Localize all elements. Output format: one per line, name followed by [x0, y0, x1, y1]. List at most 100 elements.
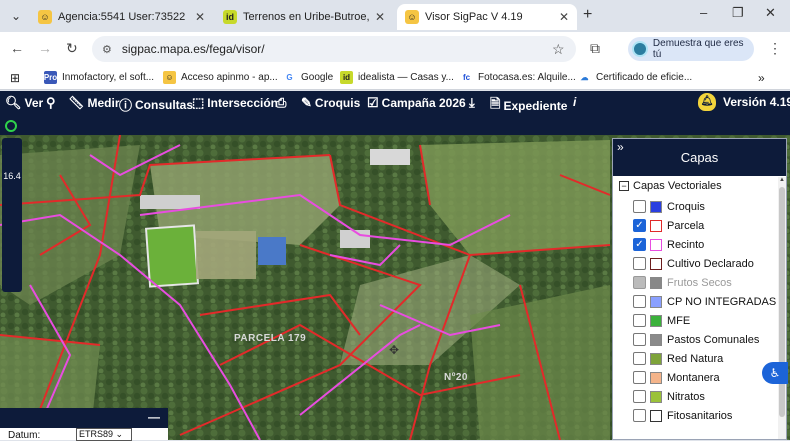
datum-select[interactable]: ETRS89 ⌄ — [76, 428, 132, 441]
bookmark-certificado[interactable]: ☁ Certificado de eficie... — [578, 71, 693, 84]
layer-checkbox[interactable] — [633, 257, 646, 270]
layer-checkbox[interactable] — [633, 333, 646, 346]
amber-person-icon: ☺ — [163, 71, 176, 84]
binoculars-icon: ⚲ — [46, 95, 56, 110]
calendar-check-icon: ☑ — [367, 95, 379, 110]
layer-swatch — [650, 314, 662, 327]
reload-icon[interactable]: ↻ — [66, 40, 78, 57]
tab-search-icon[interactable]: ⌄ — [6, 6, 26, 26]
expediente-label: Expediente — [503, 99, 568, 113]
bookmark-apinmo[interactable]: ☺ Acceso apinmo - ap... — [163, 71, 278, 84]
ver-button[interactable]: 🔍︎ Ver — [5, 95, 43, 111]
consultas-label: Consultas — [135, 97, 194, 112]
tab-agencia[interactable]: ☺ Agencia:5541 User:73522 ✕ — [30, 4, 213, 30]
layers-panel: » Capas − Capas Vectoriales Croquis ✓ Pa… — [612, 138, 787, 440]
layer-swatch — [650, 390, 662, 403]
layer-group-vectoriales[interactable]: − Capas Vectoriales — [613, 176, 786, 196]
bookmark-label: Certificado de eficie... — [596, 72, 693, 83]
interseccion-button[interactable]: ⬚ Intersección — [192, 95, 278, 111]
forward-arrow-icon[interactable]: → — [38, 40, 52, 56]
binoculars-button[interactable]: ⚲ — [46, 95, 59, 111]
bookmark-idealista[interactable]: id idealista — Casas y... — [340, 71, 454, 84]
layer-recinto[interactable]: ✓ Recinto — [633, 235, 704, 254]
layer-cp-no-integradas[interactable]: CP NO INTEGRADAS — [633, 292, 776, 311]
amber-person-icon: ☺ — [405, 10, 419, 24]
layer-swatch — [650, 257, 662, 270]
zoom-slider[interactable] — [2, 138, 22, 292]
layer-swatch — [650, 219, 662, 232]
layer-checkbox[interactable] — [633, 390, 646, 403]
layer-mfe[interactable]: MFE — [633, 311, 690, 330]
layer-fitosanitarios[interactable]: Fitosanitarios — [633, 406, 732, 425]
medir-label: Medir — [87, 96, 120, 110]
layer-checkbox[interactable] — [633, 295, 646, 308]
layer-montanera[interactable]: Montanera — [633, 368, 720, 387]
layer-checkbox[interactable] — [633, 409, 646, 422]
layer-swatch — [650, 333, 662, 346]
layer-checkbox[interactable] — [633, 352, 646, 365]
layer-checkbox[interactable]: ✓ — [633, 238, 646, 251]
bookmark-inmofactory[interactable]: Pro Inmofactory, el soft... — [44, 71, 154, 84]
layer-parcela[interactable]: ✓ Parcela — [633, 216, 704, 235]
browser-menu-icon[interactable]: ⋮ — [768, 40, 782, 57]
inmofactory-icon: Pro — [43, 71, 58, 84]
close-tab-icon[interactable]: ✕ — [195, 10, 205, 24]
consultas-button[interactable]: ⓘ Consultas — [119, 95, 193, 114]
bookmark-star-icon[interactable]: ☆ — [552, 41, 565, 58]
extensions-icon[interactable]: ⧉ — [590, 40, 600, 57]
accessibility-button[interactable]: ♿︎ — [762, 362, 788, 384]
campana-button[interactable]: ☑ Campaña 2026 — [367, 95, 466, 111]
scroll-up-icon[interactable]: ▲ — [778, 177, 786, 183]
layer-label: CP NO INTEGRADAS — [667, 295, 777, 308]
more-bookmarks-button[interactable]: » — [758, 71, 765, 85]
collapse-group-icon[interactable]: − — [619, 181, 629, 191]
layer-checkbox[interactable] — [633, 314, 646, 327]
layer-red-natura[interactable]: Red Natura — [633, 349, 723, 368]
layer-cultivo-declarado[interactable]: Cultivo Declarado — [633, 254, 754, 273]
new-tab-button[interactable]: + — [583, 6, 592, 24]
close-window-button[interactable]: ✕ — [765, 5, 776, 21]
pencil-icon: ✎ — [301, 95, 312, 110]
notification-bell-icon[interactable]: 🔔︎ — [698, 93, 716, 111]
site-info-icon[interactable]: ⚙ — [102, 43, 112, 56]
download-button[interactable]: ⤓ — [469, 95, 478, 111]
ruler-icon: 📏︎ — [68, 95, 85, 110]
layer-checkbox[interactable]: ✓ — [633, 219, 646, 232]
tab-visor-sigpac[interactable]: ☺ Visor SigPac V 4.19 ✕ — [397, 4, 577, 30]
apps-grid-icon[interactable]: ⊞ — [10, 71, 20, 85]
print-button[interactable]: ⎙ — [276, 95, 289, 111]
info-button[interactable]: i — [573, 95, 576, 109]
layers-scrollbar[interactable]: ▲ — [778, 177, 786, 439]
close-tab-icon[interactable]: ✕ — [559, 10, 569, 24]
medir-button[interactable]: 📏︎ Medir — [68, 95, 120, 111]
profile-chip-label: Demuestra que eres tú — [652, 38, 744, 60]
layer-croquis[interactable]: Croquis — [633, 197, 705, 216]
url-input[interactable]: ⚙ sigpac.mapa.es/fega/visor/ — [92, 36, 576, 62]
idealista-icon: id — [340, 71, 353, 84]
bookmark-label: Acceso apinmo - ap... — [181, 72, 278, 83]
tab-terrenos[interactable]: id Terrenos en Uribe-Butroe, Vizca ✕ — [215, 4, 393, 30]
tab-title: Agencia:5541 User:73522 — [58, 11, 186, 23]
layer-label: Parcela — [667, 219, 705, 232]
layer-nitratos[interactable]: Nitratos — [633, 387, 705, 406]
search-icon: 🔍︎ — [5, 95, 22, 110]
layer-checkbox[interactable] — [633, 200, 646, 213]
back-arrow-icon[interactable]: ← — [10, 40, 24, 56]
layer-checkbox[interactable] — [633, 371, 646, 384]
bookmark-fotocasa[interactable]: fc Fotocasa.es: Alquile... — [460, 71, 576, 84]
minimize-button[interactable]: – — [700, 5, 707, 20]
restore-button[interactable]: ❐ — [732, 5, 744, 21]
collapse-panel-button[interactable]: » — [617, 129, 624, 166]
layer-pastos-comunales[interactable]: Pastos Comunales — [633, 330, 759, 349]
minimize-panel-button[interactable]: — — [148, 410, 160, 424]
close-tab-icon[interactable]: ✕ — [375, 10, 385, 24]
croquis-button[interactable]: ✎ Croquis — [301, 95, 360, 111]
bookmark-google[interactable]: G Google — [283, 71, 333, 84]
expediente-button[interactable]: 🗎 Expediente — [490, 95, 567, 117]
layer-swatch — [650, 238, 662, 251]
layer-swatch — [650, 200, 662, 213]
campana-label: Campaña 2026 — [381, 96, 466, 110]
croquis-label: Croquis — [314, 96, 361, 110]
profile-chip[interactable]: Demuestra que eres tú — [628, 37, 754, 61]
layer-swatch — [650, 295, 662, 308]
